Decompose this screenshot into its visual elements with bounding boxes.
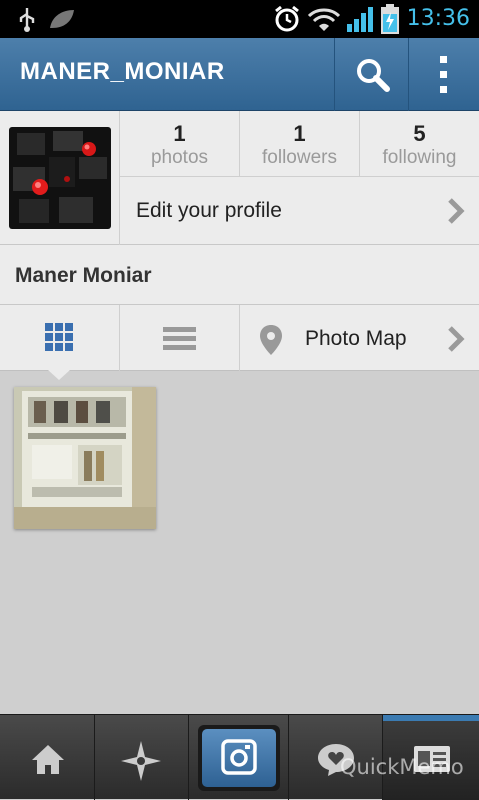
profile-summary: 1 photos 1 followers 5 following Edit yo…	[0, 111, 479, 245]
photos-count: 1	[173, 121, 186, 146]
photos-label: photos	[150, 147, 209, 168]
stat-following[interactable]: 5 following	[359, 111, 479, 177]
active-nav-indicator	[383, 715, 479, 721]
nav-camera-button[interactable]	[189, 715, 289, 800]
chevron-right-icon	[448, 198, 465, 224]
tab-list-view[interactable]	[119, 305, 239, 371]
profile-username: MANER_MONIAR	[20, 58, 225, 85]
overflow-menu-icon	[440, 56, 447, 93]
stat-photos[interactable]: 1 photos	[119, 111, 239, 177]
camera-icon	[221, 739, 257, 775]
explore-icon	[121, 741, 161, 781]
status-bar: 13:36	[0, 0, 479, 38]
usb-icon	[19, 8, 35, 32]
avatar[interactable]	[9, 127, 111, 229]
quickmemo-watermark: QuickMemo	[340, 755, 464, 779]
map-pin-icon	[260, 325, 282, 355]
alarm-icon	[275, 5, 299, 32]
app-header: MANER_MONIAR	[0, 38, 479, 111]
photo-thumbnail[interactable]	[14, 387, 156, 529]
grid-view-icon	[45, 323, 73, 351]
following-count: 5	[413, 121, 426, 146]
chevron-right-icon	[448, 326, 465, 352]
search-button[interactable]	[334, 38, 408, 111]
view-tabs: Photo Map	[0, 305, 479, 371]
leaf-icon	[50, 10, 74, 28]
list-view-icon	[163, 327, 196, 350]
overflow-menu-button[interactable]	[408, 38, 479, 111]
followers-count: 1	[293, 121, 306, 146]
tab-grid-view[interactable]	[0, 305, 119, 371]
nav-home-button[interactable]	[0, 715, 95, 800]
tab-photo-map[interactable]: Photo Map	[239, 305, 479, 371]
photo-map-label: Photo Map	[305, 327, 407, 350]
search-icon	[357, 59, 390, 92]
stat-followers[interactable]: 1 followers	[239, 111, 359, 177]
wifi-icon	[307, 8, 341, 31]
followers-label: followers	[262, 147, 337, 168]
nav-explore-button[interactable]	[95, 715, 189, 800]
edit-profile-label: Edit your profile	[136, 199, 282, 222]
avatar-image	[9, 127, 111, 229]
signal-icon	[347, 7, 373, 32]
active-tab-pointer	[48, 370, 70, 380]
photo-image	[14, 387, 156, 529]
edit-profile-button[interactable]: Edit your profile	[119, 177, 479, 245]
following-label: following	[382, 147, 457, 168]
full-name: Maner Moniar	[15, 264, 152, 287]
home-icon	[32, 745, 64, 774]
status-time: 13:36	[406, 6, 470, 31]
full-name-row: Maner Moniar	[0, 245, 479, 305]
battery-charging-icon	[381, 4, 399, 34]
